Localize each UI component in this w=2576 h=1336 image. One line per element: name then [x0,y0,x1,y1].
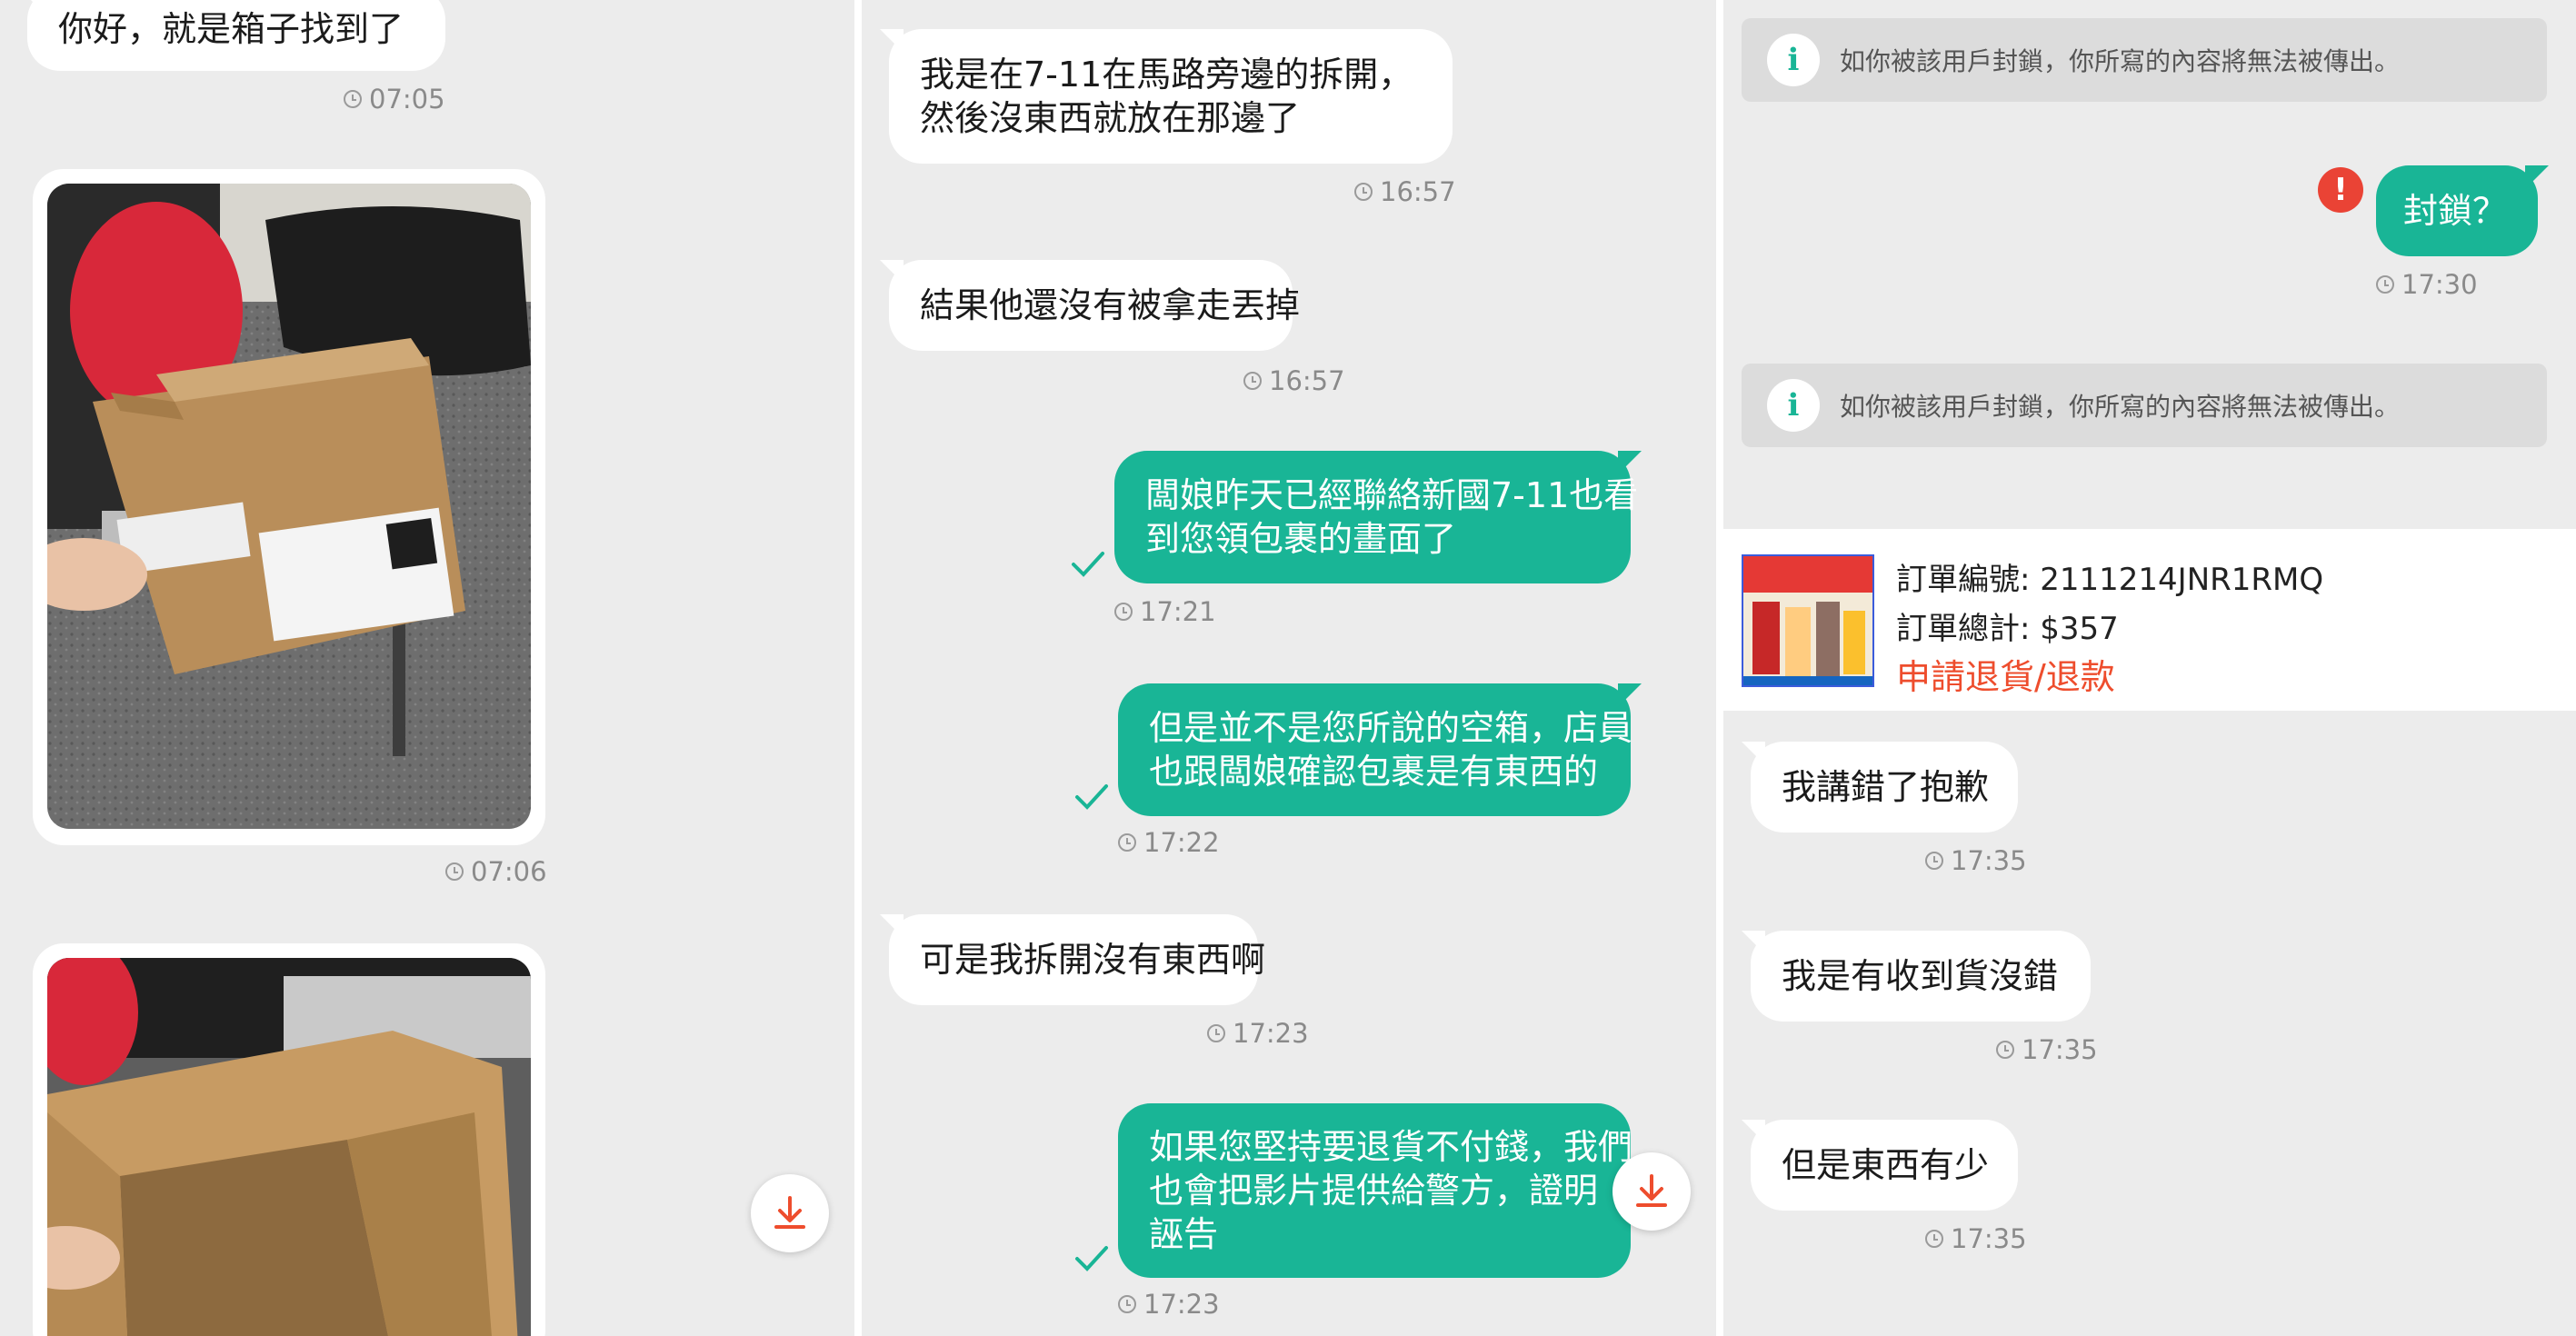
chat-panel-2: 我是在7-11在馬路旁邊的拆開， 然後沒東西就放在那邊了 16:57 結果他還沒… [862,0,1716,1336]
outgoing-message[interactable]: 但是並不是您所說的空箱，店員 也跟闆娘確認包裹是有東西的 [1118,683,1642,816]
order-total: 訂單總計: $357 [1896,611,2119,647]
incoming-message[interactable]: 我是在7-11在馬路旁邊的拆開， 然後沒東西就放在那邊了 [880,29,1453,164]
check-icon [1075,1246,1108,1271]
block-notice: i 如你被該用戶封鎖，你所寫的內容將無法被傳出。 [1742,18,2547,102]
message-timestamp: 17:22 [1118,827,1220,858]
download-icon [774,1196,805,1229]
message-timestamp: 07:06 [445,856,547,887]
clock-icon [1354,183,1373,201]
image-message[interactable] [33,169,545,845]
incoming-message[interactable]: 結果他還沒有被拿走丟掉 [880,260,1300,351]
clock-icon [344,90,362,108]
outgoing-message[interactable]: 封鎖？ [2376,165,2549,256]
message-timestamp: 17:23 [1207,1018,1309,1049]
clock-icon [1114,603,1133,621]
clock-icon [1207,1024,1225,1042]
order-thumbnail[interactable] [1742,554,1874,687]
photo-open-box-with-label[interactable] [47,184,531,829]
order-card[interactable]: 訂單編號: 2111214JNR1RMQ 訂單總計: $357 申請退貨/退款 [1723,529,2576,711]
message-timestamp: 17:35 [1925,1223,2027,1254]
return-refund-link[interactable]: 申請退貨/退款 [1896,649,2115,699]
clock-icon [2376,275,2394,294]
message-timestamp: 16:57 [1243,365,1345,396]
message-timestamp: 17:30 [2376,269,2478,300]
download-icon [1636,1174,1667,1207]
info-icon: i [1767,34,1820,86]
incoming-message[interactable]: 我是有收到貨沒錯 [1742,931,2091,1022]
photo-empty-box[interactable] [47,958,531,1336]
incoming-message[interactable]: 但是東西有少 [1742,1120,2018,1211]
chat-panel-1: 你好，就是箱子找到了 07:05 07:06 [0,0,854,1336]
message-timestamp: 16:57 [1354,176,1456,207]
message-timestamp: 17:21 [1114,596,1216,627]
order-id: 訂單編號: 2111214JNR1RMQ [1896,562,2324,598]
download-button[interactable] [751,1174,829,1252]
message-timestamp: 17:35 [1925,845,2027,876]
incoming-message[interactable]: 你好，就是箱子找到了 [18,0,445,71]
outgoing-message[interactable]: 如果您堅持要退貨不付錢，我們 也會把影片提供給警方，證明 誣告 [1118,1103,1631,1278]
message-text: 你好，就是箱子找到了 [58,9,404,49]
clock-icon [1243,372,1262,390]
clock-icon [1996,1041,2014,1059]
clock-icon [1118,1295,1136,1313]
clock-icon [1925,1230,1943,1248]
check-icon [1075,784,1108,810]
message-timestamp: 07:05 [344,84,445,115]
outgoing-message[interactable]: 闆娘昨天已經聯絡新國7-11也看 到您領包裹的畫面了 [1114,451,1642,583]
check-icon [1072,552,1104,577]
block-notice: i 如你被該用戶封鎖，你所寫的內容將無法被傳出。 [1742,364,2547,447]
clock-icon [1118,833,1136,852]
alert-icon[interactable]: ! [2318,167,2363,213]
incoming-message[interactable]: 可是我拆開沒有東西啊 [880,914,1265,1005]
image-message[interactable] [33,943,545,1336]
download-button[interactable] [1612,1152,1691,1231]
message-timestamp: 17:35 [1996,1034,2098,1065]
chat-panel-3: i 如你被該用戶封鎖，你所寫的內容將無法被傳出。 ! 封鎖？ 17:30 i 如… [1723,0,2576,1336]
incoming-message[interactable]: 我講錯了抱歉 [1742,742,2018,833]
info-icon: i [1767,379,1820,432]
message-timestamp: 17:23 [1118,1289,1220,1320]
clock-icon [445,862,464,881]
clock-icon [1925,852,1943,870]
